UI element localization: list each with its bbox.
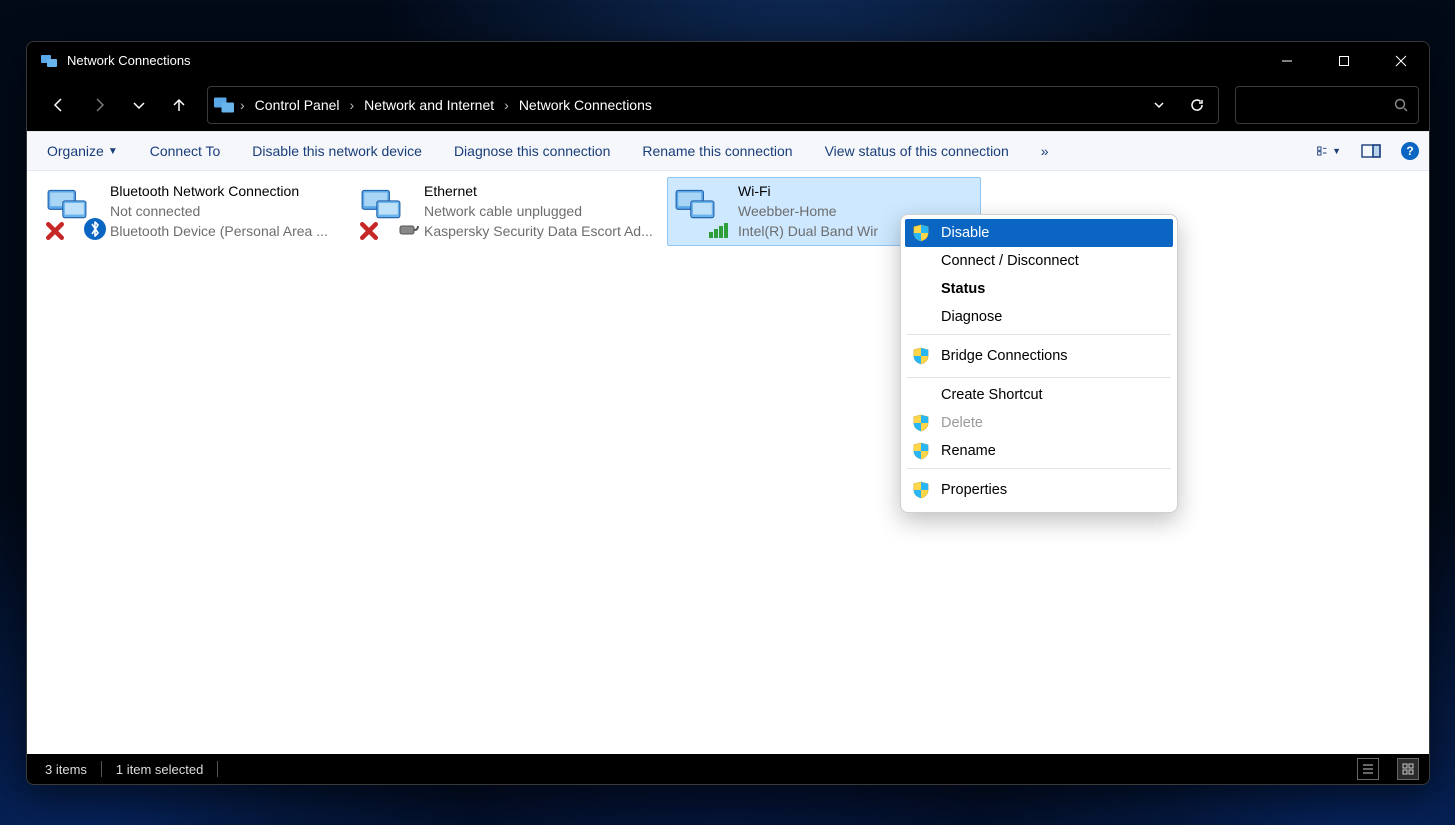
- breadcrumb-control-panel[interactable]: Control Panel: [251, 97, 344, 113]
- uac-shield-icon: [911, 346, 931, 366]
- status-bar: 3 items 1 item selected: [27, 754, 1429, 784]
- context-menu-status[interactable]: Status: [905, 275, 1173, 303]
- organize-menu[interactable]: Organize▼: [47, 143, 118, 159]
- search-box[interactable]: [1235, 86, 1419, 124]
- window: Network Connections › Control Panel › Ne…: [26, 41, 1430, 785]
- large-icons-view-button[interactable]: [1397, 758, 1419, 780]
- up-button[interactable]: [161, 87, 197, 123]
- uac-shield-icon: [911, 441, 931, 461]
- network-adapter-icon: [674, 182, 716, 224]
- ethernet-cable-icon: [398, 218, 420, 240]
- wifi-signal-icon: [708, 222, 730, 238]
- breadcrumb-sep-icon: ›: [348, 97, 357, 113]
- adapter-name: Wi-Fi: [738, 182, 974, 201]
- help-button[interactable]: ?: [1401, 142, 1419, 160]
- adapter-list: Bluetooth Network Connection Not connect…: [27, 171, 1429, 252]
- overflow-button[interactable]: »: [1041, 143, 1049, 159]
- close-button[interactable]: [1372, 42, 1429, 79]
- adapter-status: Not connected: [110, 202, 346, 221]
- view-status-button[interactable]: View status of this connection: [825, 143, 1009, 159]
- context-menu: Disable Connect / Disconnect Status Diag…: [900, 214, 1178, 513]
- maximize-button[interactable]: [1315, 42, 1372, 79]
- adapter-status: Network cable unplugged: [424, 202, 660, 221]
- disconnected-x-icon: [46, 222, 64, 240]
- context-menu-separator: [907, 377, 1171, 378]
- bluetooth-badge-icon: [84, 218, 106, 240]
- forward-button[interactable]: [81, 87, 117, 123]
- adapter-name: Ethernet: [424, 182, 660, 201]
- adapter-device: Kaspersky Security Data Escort Ad...: [424, 222, 660, 241]
- context-menu-create-shortcut[interactable]: Create Shortcut: [905, 381, 1173, 409]
- connect-to-button[interactable]: Connect To: [150, 143, 221, 159]
- uac-shield-icon: [911, 413, 931, 433]
- address-icon: [214, 95, 234, 115]
- disconnected-x-icon: [360, 222, 378, 240]
- status-separator: [101, 761, 102, 777]
- adapter-device: Bluetooth Device (Personal Area ...: [110, 222, 346, 241]
- context-menu-connect-disconnect[interactable]: Connect / Disconnect: [905, 247, 1173, 275]
- context-menu-disable[interactable]: Disable: [905, 219, 1173, 247]
- refresh-button[interactable]: [1180, 88, 1214, 122]
- content-area: Bluetooth Network Connection Not connect…: [27, 171, 1429, 754]
- context-menu-diagnose[interactable]: Diagnose: [905, 303, 1173, 331]
- preview-pane-button[interactable]: [1359, 139, 1383, 163]
- navbar: › Control Panel › Network and Internet ›…: [27, 79, 1429, 131]
- window-title: Network Connections: [67, 53, 191, 68]
- command-bar: Organize▼ Connect To Disable this networ…: [27, 131, 1429, 171]
- titlebar: Network Connections: [27, 42, 1429, 79]
- app-icon: [41, 53, 57, 69]
- adapter-name: Bluetooth Network Connection: [110, 182, 346, 201]
- status-separator: [217, 761, 218, 777]
- uac-shield-icon: [911, 480, 931, 500]
- context-menu-separator: [907, 468, 1171, 469]
- breadcrumb-network-connections[interactable]: Network Connections: [515, 97, 656, 113]
- context-menu-bridge-connections[interactable]: Bridge Connections: [905, 338, 1173, 374]
- recent-locations-button[interactable]: [121, 87, 157, 123]
- uac-shield-icon: [911, 223, 931, 243]
- adapter-item-ethernet[interactable]: Ethernet Network cable unplugged Kaspers…: [353, 177, 667, 246]
- view-options-button[interactable]: ▼: [1317, 139, 1341, 163]
- disable-device-button[interactable]: Disable this network device: [252, 143, 422, 159]
- context-menu-rename[interactable]: Rename: [905, 437, 1173, 465]
- status-item-count: 3 items: [45, 762, 87, 777]
- rename-connection-button[interactable]: Rename this connection: [642, 143, 792, 159]
- adapter-item-bluetooth[interactable]: Bluetooth Network Connection Not connect…: [39, 177, 353, 246]
- status-selection-count: 1 item selected: [116, 762, 203, 777]
- context-menu-delete: Delete: [905, 409, 1173, 437]
- network-adapter-icon: [360, 182, 402, 224]
- address-bar[interactable]: › Control Panel › Network and Internet ›…: [207, 86, 1219, 124]
- breadcrumb-sep-icon: ›: [238, 97, 247, 113]
- diagnose-connection-button[interactable]: Diagnose this connection: [454, 143, 610, 159]
- details-view-button[interactable]: [1357, 758, 1379, 780]
- network-adapter-icon: [46, 182, 88, 224]
- back-button[interactable]: [41, 87, 77, 123]
- minimize-button[interactable]: [1258, 42, 1315, 79]
- context-menu-properties[interactable]: Properties: [905, 472, 1173, 508]
- breadcrumb-sep-icon: ›: [502, 97, 511, 113]
- context-menu-separator: [907, 334, 1171, 335]
- address-dropdown-button[interactable]: [1142, 88, 1176, 122]
- search-icon: [1394, 98, 1408, 112]
- breadcrumb-network-and-internet[interactable]: Network and Internet: [360, 97, 498, 113]
